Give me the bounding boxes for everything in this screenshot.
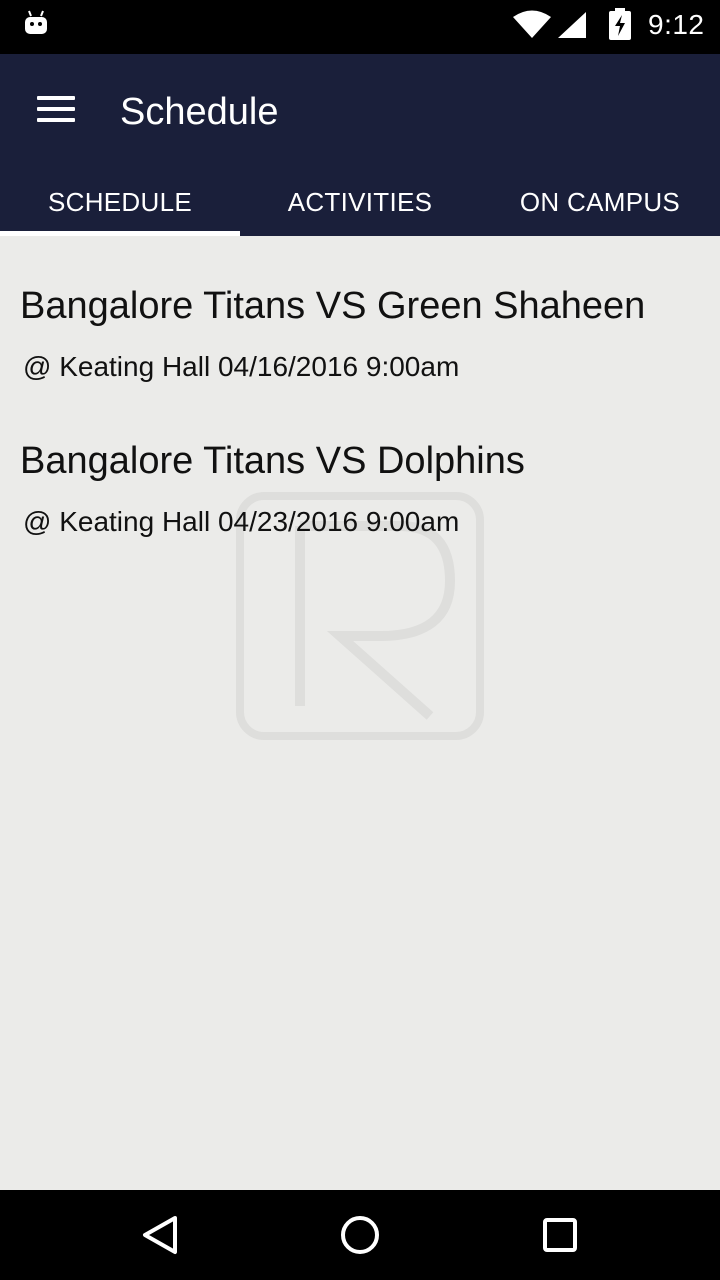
- game-detail: @ Keating Hall 04/23/2016 9:00am: [23, 506, 460, 537]
- app-bar: Schedule SCHEDULE ACTIVITIES ON CAMPUS: [0, 54, 720, 236]
- status-bar: 9:12: [0, 0, 720, 54]
- page-title: Schedule: [120, 91, 279, 133]
- signal-icon: [558, 12, 586, 38]
- list-item[interactable]: Bangalore Titans VS Green Shaheen @ Keat…: [20, 284, 710, 384]
- wifi-icon: [513, 10, 551, 38]
- navigation-bar: [0, 1190, 720, 1280]
- tab-activities[interactable]: ACTIVITIES: [240, 166, 480, 236]
- tab-bar: SCHEDULE ACTIVITIES ON CAMPUS: [0, 166, 720, 236]
- tab-schedule[interactable]: SCHEDULE: [0, 166, 240, 236]
- game-title: Bangalore Titans VS Green Shaheen: [20, 285, 646, 327]
- recents-icon[interactable]: [530, 1210, 590, 1260]
- tab-on-campus[interactable]: ON CAMPUS: [480, 166, 720, 236]
- status-clock: 9:12: [648, 9, 705, 40]
- battery-charging-icon: [609, 8, 631, 40]
- back-icon[interactable]: [130, 1210, 190, 1260]
- schedule-list: Bangalore Titans VS Green Shaheen @ Keat…: [0, 236, 720, 1190]
- game-detail: @ Keating Hall 04/16/2016 9:00am: [23, 351, 460, 382]
- hamburger-menu-icon[interactable]: [30, 86, 82, 134]
- android-notification-icon: [25, 10, 47, 34]
- list-item[interactable]: Bangalore Titans VS Dolphins @ Keating H…: [20, 439, 710, 539]
- home-icon[interactable]: [330, 1210, 390, 1260]
- game-title: Bangalore Titans VS Dolphins: [20, 440, 525, 482]
